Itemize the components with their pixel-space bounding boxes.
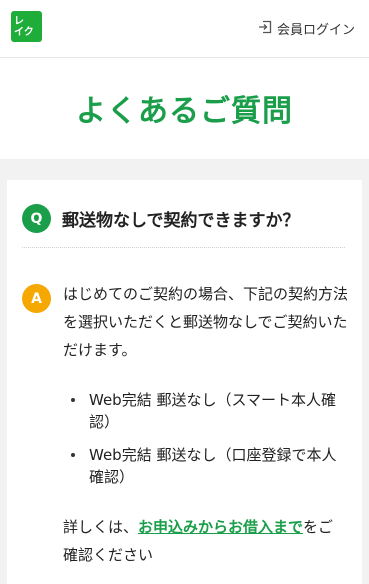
title-band: よくあるご質問 [0,58,369,159]
member-login-link[interactable]: 会員ログイン [258,18,355,38]
page-title: よくあるご質問 [76,94,293,129]
application-to-borrowing-link[interactable]: お申込みからお借入まで [138,518,303,536]
contract-method-list: Web完結 郵送なし（スマート本人確認） Web完結 郵送なし（口座登録で本人確… [63,389,348,488]
answer-lead: はじめてのご契約の場合、下記の契約方法を選択いただくと郵送物なしでご契約いただけ… [63,285,349,359]
answer-detail: 詳しくは、お申込みからお借入までをご確認ください [63,513,348,569]
faq-answer: はじめてのご契約の場合、下記の契約方法を選択いただくと郵送物なしでご契約いただけ… [63,280,348,569]
answer-badge: A [22,284,51,313]
login-label: 会員ログイン [276,22,355,38]
answer-badge-wrap: A [22,284,51,313]
faq-question[interactable]: 郵送物なしで契約できますか？ [62,206,300,231]
question-badge: Q [22,204,51,233]
login-icon [258,19,272,38]
faq-question-row[interactable]: Q 郵送物なしで契約できますか？ [22,204,345,248]
faq-card: Q 郵送物なしで契約できますか？ A はじめてのご契約の場合、下記の契約方法を選… [7,180,362,584]
logo-line-2: イク [14,26,34,38]
site-header: レ イク 会員ログイン [0,0,369,58]
list-item: Web完結 郵送なし（口座登録で本人確認） [63,444,348,488]
detail-prefix: 詳しくは、 [63,518,139,536]
lake-logo[interactable]: レ イク [11,11,42,42]
list-item: Web完結 郵送なし（スマート本人確認） [63,389,348,433]
logo-line-1: レ [14,15,24,27]
